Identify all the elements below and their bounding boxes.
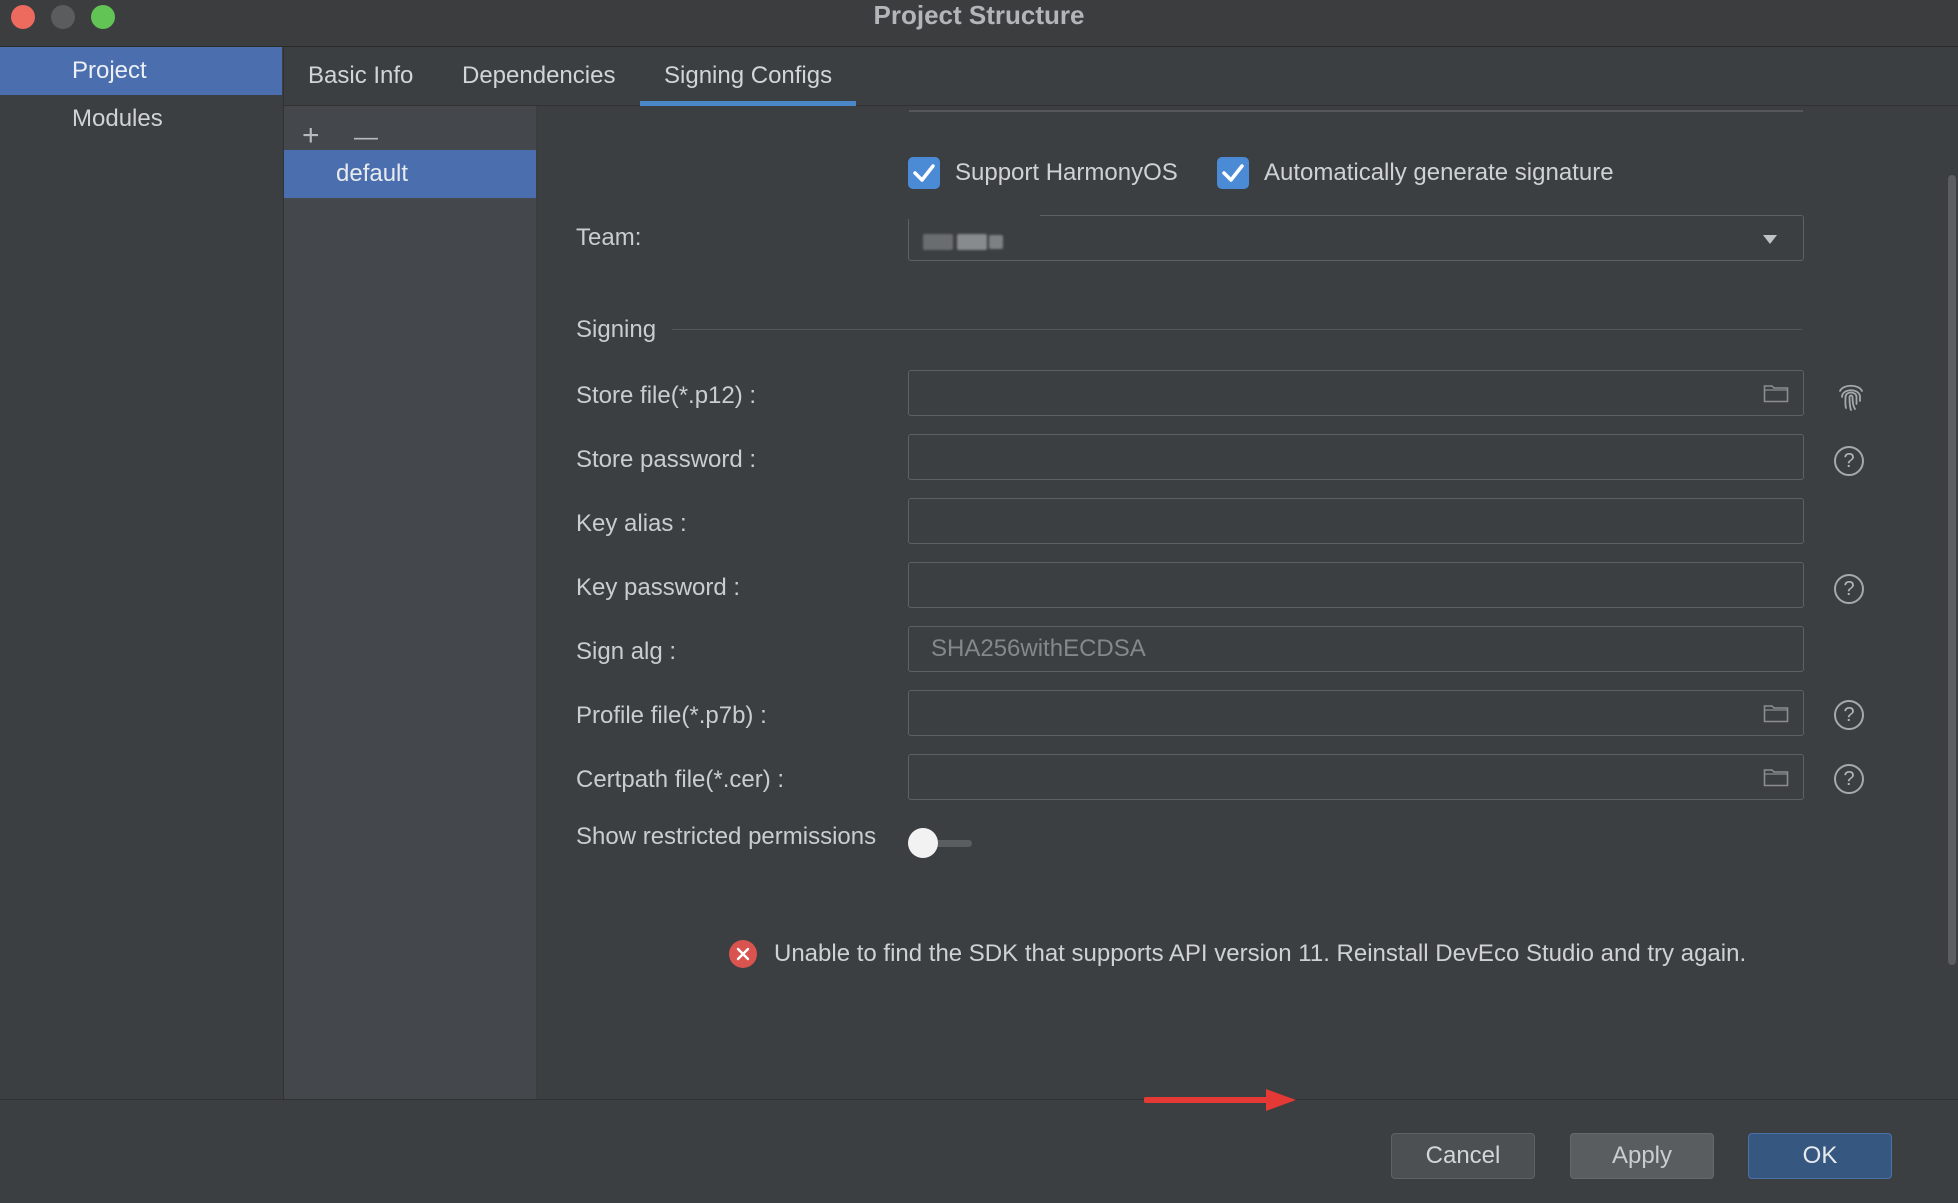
cancel-button[interactable]: Cancel [1391,1133,1535,1179]
help-icon[interactable]: ? [1834,574,1864,604]
folder-icon[interactable] [1763,383,1789,403]
sign-alg-label: Sign alg : [576,638,677,665]
redacted-team-name [957,234,987,250]
left-navigation: Project Modules [0,47,284,1099]
nav-item-project[interactable]: Project [0,47,282,95]
sign-alg-field[interactable]: SHA256withECDSA [908,626,1804,672]
help-icon[interactable]: ? [1834,446,1864,476]
help-icon[interactable]: ? [1834,700,1864,730]
team-label: Team: [576,224,642,251]
error-icon [729,940,757,968]
store-file-field[interactable] [908,370,1804,416]
folder-icon[interactable] [1763,703,1789,723]
nav-item-modules[interactable]: Modules [0,95,282,143]
certpath-file-field[interactable] [908,754,1804,800]
store-password-field[interactable] [908,434,1804,480]
config-item-default[interactable]: default [284,150,536,198]
signing-config-list: + — default [284,106,537,1099]
tab-dependencies[interactable]: Dependencies [462,47,615,105]
team-dropdown[interactable] [908,215,1804,261]
key-alias-field[interactable] [908,498,1804,544]
tab-bar: Basic Info Dependencies Signing Configs [284,47,1958,106]
folder-icon[interactable] [1763,767,1789,787]
checkmark-icon [913,164,935,182]
auto-signature-label: Automatically generate signature [1264,159,1614,186]
key-password-label: Key password : [576,574,741,601]
profile-file-field[interactable] [908,690,1804,736]
checkmark-icon [1222,164,1244,182]
certpath-file-label: Certpath file(*.cer) : [576,766,785,793]
error-text: Unable to find the SDK that supports API… [774,940,1747,967]
scrolled-field-edge [909,106,1803,112]
annotation-arrow-icon [1144,1089,1296,1111]
section-divider [672,329,1802,330]
support-harmonyos-checkbox[interactable] [908,157,940,189]
window-title: Project Structure [873,0,1085,30]
apply-button[interactable]: Apply [1570,1133,1714,1179]
fingerprint-icon[interactable] [1834,379,1868,413]
store-file-label: Store file(*.p12) : [576,382,757,409]
key-password-field[interactable] [908,562,1804,608]
support-harmonyos-label: Support HarmonyOS [955,159,1178,186]
redacted-team-name [923,234,953,250]
chevron-down-icon [1763,235,1777,244]
tab-basic-info[interactable]: Basic Info [308,47,413,105]
profile-file-label: Profile file(*.p7b) : [576,702,767,729]
auto-signature-checkbox[interactable] [1217,157,1249,189]
signing-form: Support HarmonyOS Automatically generate… [537,106,1947,1099]
help-icon[interactable]: ? [1834,764,1864,794]
toggle-knob[interactable] [908,828,938,858]
title-bar: Project Structure [0,0,1958,47]
restricted-permissions-label: Show restricted permissions [576,823,877,850]
scrollbar-thumb[interactable] [1948,175,1956,965]
ok-button[interactable]: OK [1748,1133,1892,1179]
tab-signing-configs[interactable]: Signing Configs [639,47,857,106]
store-password-label: Store password : [576,446,757,473]
redacted-team-name [989,235,1003,249]
signing-section-heading: Signing [576,316,657,343]
key-alias-label: Key alias : [576,510,687,537]
sign-alg-value: SHA256withECDSA [931,635,1146,662]
